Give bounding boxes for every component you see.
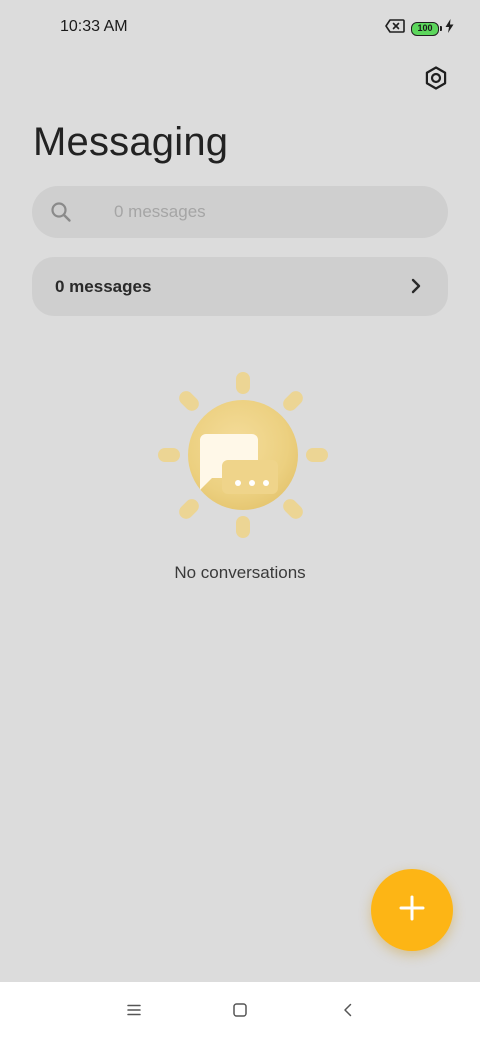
home-button[interactable] [228,1000,252,1024]
home-icon [232,1002,248,1023]
sun-chat-illustration [156,368,330,542]
search-icon [50,201,72,223]
settings-icon [423,65,449,96]
new-message-button[interactable] [371,869,453,951]
back-button[interactable] [336,1000,360,1024]
messages-summary-row[interactable]: 0 messages [32,257,448,316]
summary-label: 0 messages [55,277,152,296]
status-time: 10:33 AM [60,18,128,35]
no-sim-icon [385,19,405,38]
status-bar: 10:33 AM 100 [0,0,480,56]
back-icon [340,1002,356,1023]
status-icons: 100 [385,19,454,38]
search-input[interactable]: 0 messages [32,186,448,238]
settings-button[interactable] [420,64,452,96]
battery-icon: 100 [411,21,442,36]
page-title: Messaging [33,120,229,164]
charging-icon [445,19,454,38]
chevron-right-icon [406,276,426,296]
plus-icon [398,894,426,927]
battery-level: 100 [417,23,433,33]
search-placeholder: 0 messages [114,202,206,221]
navigation-bar [0,982,480,1040]
menu-icon [126,1003,142,1022]
menu-button[interactable] [122,1000,146,1024]
empty-state-text: No conversations [174,563,306,582]
